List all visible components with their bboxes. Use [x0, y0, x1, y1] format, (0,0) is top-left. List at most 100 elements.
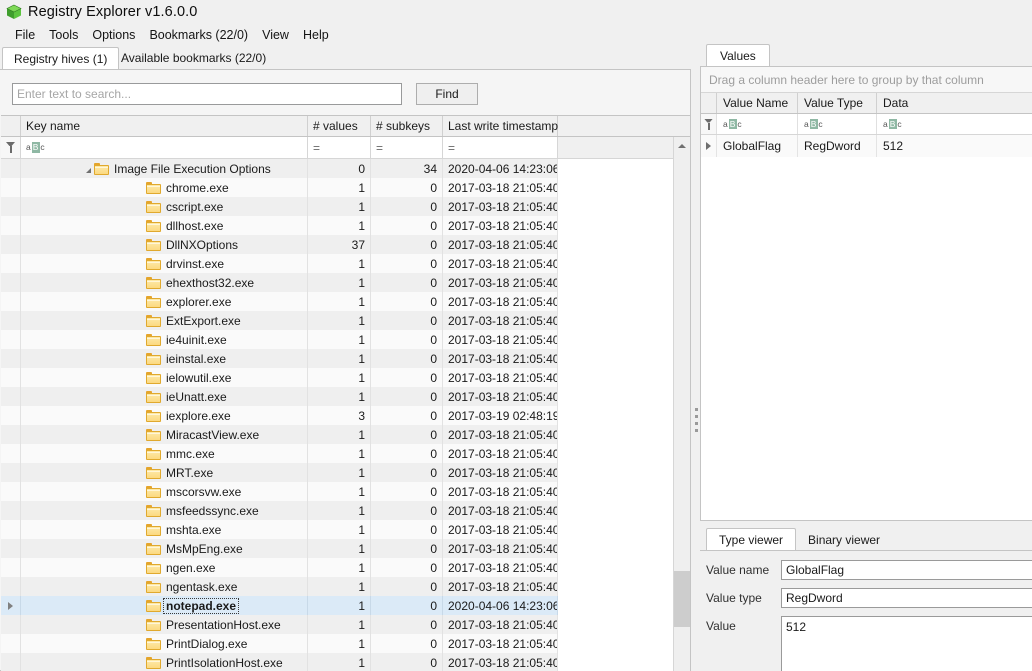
tree-row-subkeys: 0: [371, 444, 443, 463]
tree-row[interactable]: ngen.exe 1 0 2017-03-18 21:05:40: [1, 558, 690, 577]
tab-registry-hives[interactable]: Registry hives (1): [2, 47, 120, 70]
menu-item-tools[interactable]: Tools: [42, 26, 85, 44]
scrollbar-up-arrow-icon[interactable]: [674, 137, 690, 154]
search-input[interactable]: [12, 83, 402, 105]
scrollbar-thumb[interactable]: [674, 571, 690, 627]
tree-row-subkeys: 0: [371, 596, 443, 615]
tree-row-subkeys: 0: [371, 387, 443, 406]
value-name-field[interactable]: [781, 560, 1032, 580]
values-column-header-name[interactable]: Value Name: [717, 93, 798, 113]
tree-row-key-name: explorer.exe: [21, 292, 308, 311]
filter-key-name[interactable]: aBc: [21, 137, 308, 158]
filter-last-write[interactable]: =: [443, 137, 558, 158]
tree-row[interactable]: PrintDialog.exe 1 0 2017-03-18 21:05:40: [1, 634, 690, 653]
tree-row-timestamp: 2017-03-18 21:05:40: [443, 501, 558, 520]
tree-row[interactable]: ielowutil.exe 1 0 2017-03-18 21:05:40: [1, 368, 690, 387]
tree-row[interactable]: iexplore.exe 3 0 2017-03-19 02:48:19: [1, 406, 690, 425]
tree-row-values: 1: [308, 653, 371, 671]
tree-row-filler: [558, 178, 690, 197]
column-header-key-name[interactable]: Key name: [21, 116, 308, 136]
tree-row-key-name: MRT.exe: [21, 463, 308, 482]
column-header-last-write[interactable]: Last write timestamp: [443, 116, 558, 136]
values-column-header-data[interactable]: Data: [877, 93, 1032, 113]
tree-row[interactable]: mshta.exe 1 0 2017-03-18 21:05:40: [1, 520, 690, 539]
tree-row-subkeys: 0: [371, 273, 443, 292]
tree-row-key-name: ieUnatt.exe: [21, 387, 308, 406]
tree-row-key-label: mshta.exe: [166, 522, 222, 537]
key-tree-header: Key name # values # subkeys Last write t…: [1, 116, 690, 137]
tree-row[interactable]: MRT.exe 1 0 2017-03-18 21:05:40: [1, 463, 690, 482]
menu-item-options[interactable]: Options: [85, 26, 142, 44]
tab-type-viewer[interactable]: Type viewer: [706, 528, 797, 551]
values-filter-name[interactable]: aBc: [717, 114, 798, 134]
key-tree-scrollbar[interactable]: [673, 137, 690, 671]
tab-values[interactable]: Values: [706, 44, 770, 67]
filter-funnel-icon[interactable]: [1, 137, 21, 158]
tree-row[interactable]: PrintIsolationHost.exe 1 0 2017-03-18 21:05…: [1, 653, 690, 671]
tree-row-filler: [558, 634, 690, 653]
menu-item-file[interactable]: File: [8, 26, 42, 44]
pane-splitter[interactable]: [693, 0, 699, 671]
column-header-values[interactable]: # values: [308, 116, 371, 136]
values-table-row[interactable]: GlobalFlag RegDword 512: [701, 135, 1032, 157]
tree-row[interactable]: msfeedssync.exe 1 0 2017-03-18 21:05:40: [1, 501, 690, 520]
tree-row[interactable]: mscorsvw.exe 1 0 2017-03-18 21:05:40: [1, 482, 690, 501]
viewer-body: Value name Value type Value: [700, 550, 1032, 671]
value-type-field[interactable]: [781, 588, 1032, 608]
filter-values[interactable]: =: [308, 137, 371, 158]
values-filter-type[interactable]: aBc: [798, 114, 877, 134]
values-filter-data[interactable]: aBc: [877, 114, 1032, 134]
field-row-value-name: Value name: [700, 560, 1032, 580]
find-button[interactable]: Find: [416, 83, 478, 105]
tab-binary-viewer[interactable]: Binary viewer: [796, 528, 892, 551]
tree-row[interactable]: DllNXOptions 37 0 2017-03-18 21:05:40: [1, 235, 690, 254]
tree-row[interactable]: PresentationHost.exe 1 0 2017-03-18 21:05:4…: [1, 615, 690, 634]
values-filter-funnel-icon[interactable]: [701, 114, 717, 134]
tree-row-indicator: [1, 634, 21, 653]
tree-row-timestamp: 2017-03-18 21:05:40: [443, 197, 558, 216]
values-pane: Values Drag a column header here to grou…: [700, 44, 1032, 671]
expand-collapse-icon[interactable]: [86, 168, 91, 173]
tree-row-values: 1: [308, 577, 371, 596]
tree-row[interactable]: MiracastView.exe 1 0 2017-03-18 21:05:40: [1, 425, 690, 444]
menu-item-view[interactable]: View: [255, 26, 296, 44]
tree-row[interactable]: MsMpEng.exe 1 0 2017-03-18 21:05:40: [1, 539, 690, 558]
filter-subkeys[interactable]: =: [371, 137, 443, 158]
tree-row[interactable]: ExtExport.exe 1 0 2017-03-18 21:05:40: [1, 311, 690, 330]
tree-row-key-label: msfeedssync.exe: [166, 503, 259, 518]
tab-available-bookmarks[interactable]: Available bookmarks (22/0): [110, 47, 277, 69]
column-header-subkeys[interactable]: # subkeys: [371, 116, 443, 136]
values-header-indicator: [701, 93, 717, 113]
folder-icon: [146, 257, 161, 270]
tree-row[interactable]: notepad.exe 1 0 2020-04-06 14:23:06: [1, 596, 690, 615]
tree-row[interactable]: cscript.exe 1 0 2017-03-18 21:05:40: [1, 197, 690, 216]
menu-item-help[interactable]: Help: [296, 26, 336, 44]
tree-row[interactable]: ehexthost32.exe 1 0 2017-03-18 21:05:40: [1, 273, 690, 292]
tree-row[interactable]: explorer.exe 1 0 2017-03-18 21:05:40: [1, 292, 690, 311]
menu-item-bookmarks[interactable]: Bookmarks (22/0): [142, 26, 255, 44]
tree-row-key-label: ehexthost32.exe: [166, 275, 255, 290]
values-row-data: 512: [883, 139, 904, 153]
tree-row-indicator: [1, 558, 21, 577]
tree-row[interactable]: dllhost.exe 1 0 2017-03-18 21:05:40: [1, 216, 690, 235]
tree-row[interactable]: chrome.exe 1 0 2017-03-18 21:05:40: [1, 178, 690, 197]
column-header-filler: [558, 116, 690, 136]
folder-icon: [146, 485, 161, 498]
splitter-grip-icon[interactable]: [695, 408, 698, 434]
tree-row-filler: [558, 520, 690, 539]
tree-row-timestamp: 2020-04-06 14:23:06: [443, 159, 558, 178]
folder-icon: [146, 371, 161, 384]
tree-row[interactable]: ieinstal.exe 1 0 2017-03-18 21:05:40: [1, 349, 690, 368]
tree-row[interactable]: mmc.exe 1 0 2017-03-18 21:05:40: [1, 444, 690, 463]
tree-row-key-label: PrintIsolationHost.exe: [166, 655, 283, 670]
tree-row[interactable]: ngentask.exe 1 0 2017-03-18 21:05:40: [1, 577, 690, 596]
tree-row[interactable]: ie4uinit.exe 1 0 2017-03-18 21:05:40: [1, 330, 690, 349]
tree-row[interactable]: ieUnatt.exe 1 0 2017-03-18 21:05:40: [1, 387, 690, 406]
tree-row[interactable]: drvinst.exe 1 0 2017-03-18 21:05:40: [1, 254, 690, 273]
values-column-header-type[interactable]: Value Type: [798, 93, 877, 113]
tree-row-key-label: ngen.exe: [166, 560, 216, 575]
tree-row-timestamp: 2017-03-18 21:05:40: [443, 577, 558, 596]
group-by-drop-area[interactable]: Drag a column header here to group by th…: [701, 67, 1032, 93]
value-field[interactable]: [781, 616, 1032, 671]
tree-row[interactable]: Image File Execution Options 0 34 2020-04-0…: [1, 159, 690, 178]
